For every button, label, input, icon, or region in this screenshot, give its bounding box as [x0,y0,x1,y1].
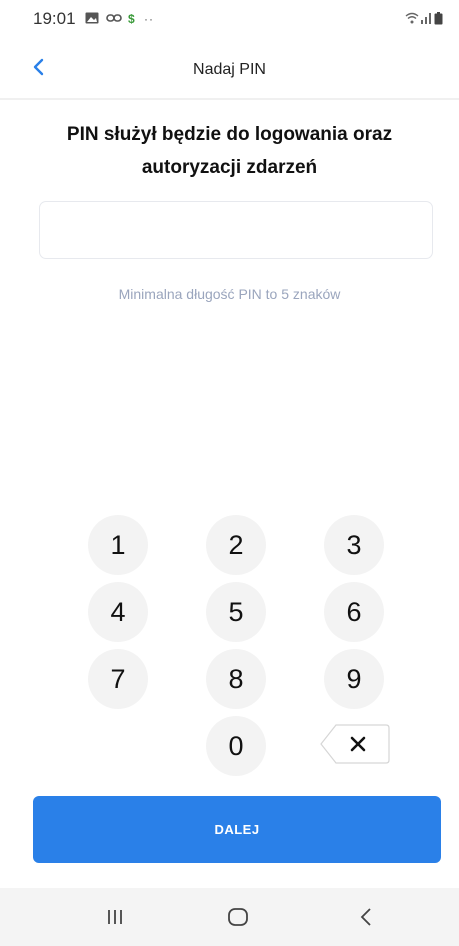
dollar-icon: $ [128,12,135,26]
key-8[interactable]: 8 [206,649,266,709]
key-9[interactable]: 9 [324,649,384,709]
pin-input[interactable] [39,201,433,259]
signal-icon [420,12,432,27]
key-1[interactable]: 1 [88,515,148,575]
backspace-button[interactable] [320,724,390,764]
screen: 19:01 $ ·· Nadaj PIN PIN służył będzie d… [0,0,459,946]
next-button[interactable]: DALEJ [33,796,441,863]
page-title: Nadaj PIN [193,61,266,78]
backspace-icon [320,724,390,764]
recent-apps-icon [108,910,122,924]
key-6[interactable]: 6 [324,582,384,642]
navigation-bar [0,888,459,946]
gallery-icon [85,12,99,27]
home-button[interactable] [223,904,253,930]
key-3[interactable]: 3 [324,515,384,575]
key-2[interactable]: 2 [206,515,266,575]
status-bar: 19:01 $ ·· [0,0,459,40]
link-icon [106,12,122,26]
key-7[interactable]: 7 [88,649,148,709]
app-header: Nadaj PIN [0,44,459,100]
more-dots-icon: ·· [144,12,154,26]
status-time: 19:01 [33,9,76,28]
key-0[interactable]: 0 [206,716,266,776]
key-4[interactable]: 4 [88,582,148,642]
system-back-button[interactable] [352,904,382,930]
battery-icon [434,12,443,28]
pin-length-hint: Minimalna długość PIN to 5 znaków [118,286,341,302]
back-icon [360,908,371,926]
wifi-icon [405,12,419,27]
key-5[interactable]: 5 [206,582,266,642]
pin-prompt-text: PIN służył będzie do logowania oraz auto… [66,124,393,178]
recent-apps-button[interactable] [100,904,130,930]
home-icon [228,908,248,926]
